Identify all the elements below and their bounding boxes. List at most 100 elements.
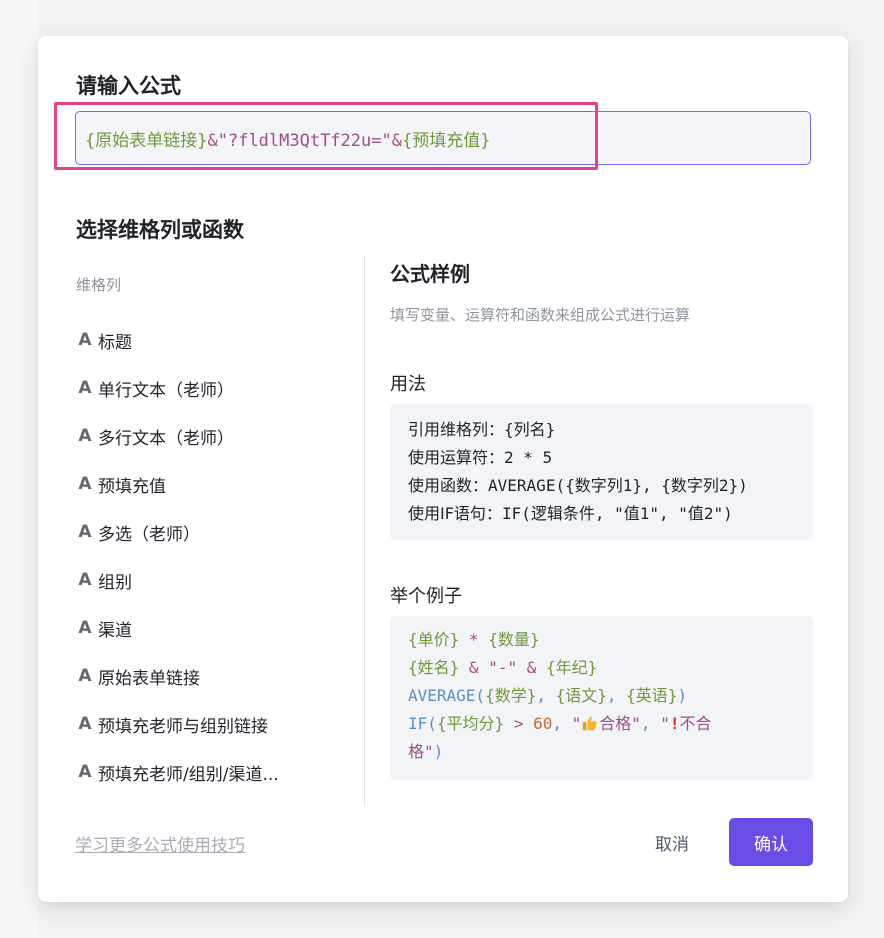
backdrop [0,0,38,938]
example-field: {数量} [488,630,540,649]
formula-field-token: {原始表单链接} [85,131,208,151]
example-string: " [571,714,582,733]
sample-description: 填写变量、运算符和函数来组成公式进行运算 [390,306,691,324]
formula-dialog: 请输入公式 {原始表单链接}&"?fldlM3QtTf22u="&{预填充值} … [38,36,848,902]
thumbs-up-icon [583,716,598,731]
example-operator: * [459,630,489,649]
column-item-label: 多选（老师） [98,524,200,545]
usage-label: 使用函数： [408,476,489,495]
column-item-label: 组别 [98,572,132,593]
example-field: {单价} [408,630,460,649]
example-line: AVERAGE({数学}, {语文}, {英语}) [408,682,795,710]
example-separator: , [640,714,661,733]
formula-field-token: {预填充值} [401,131,491,151]
example-string: "-" [488,658,518,677]
formula-operator-token: & [207,131,218,151]
column-item-label: 标题 [98,332,132,353]
sample-title: 公式样例 [390,262,470,286]
column-item-label: 渠道 [98,620,132,641]
column-item-label: 预填充老师与组别链接 [98,716,268,737]
usage-line: 使用函数：AVERAGE({数字列1}, {数字列2}) [408,472,795,500]
example-field: {英语} [626,686,678,705]
panel-divider [364,256,365,806]
formula-string-token: "?fldlM3QtTf22u=" [217,131,392,151]
example-string: 合格 [599,714,632,733]
select-section-title: 选择维格列或函数 [76,218,244,242]
usage-code: IF(逻辑条件, "值1", "值2") [501,504,733,523]
usage-label: 使用运算符： [408,448,505,467]
column-list-panel[interactable]: 维格列 A 标题 A 单行文本（老师） A 多行文本（老师） A 预填充值 A 多选（老师… [76,258,364,806]
column-list: A 标题 A 单行文本（老师） A 多行文本（老师） A 预填充值 A 多选（老师） A组… [76,316,364,796]
example-function: AVERAGE( [408,686,486,705]
usage-title: 用法 [390,374,426,395]
example-field: {语文} [555,686,607,705]
column-item[interactable]: A 预填充值 [76,460,364,508]
text-field-icon: A [78,762,92,782]
example-string: " [631,714,641,733]
text-field-icon: A [78,378,92,398]
example-operator: & [459,658,489,677]
column-item[interactable]: A 组别 [76,556,364,604]
column-item[interactable]: A 标题 [76,316,364,364]
usage-line: 引用维格列：{列名} [408,416,795,444]
usage-box: 引用维格列：{列名} 使用运算符：2 * 5 使用函数：AVERAGE({数字列… [390,404,813,540]
column-group-header: 维格列 [76,276,122,294]
column-item[interactable]: A 预填充老师与组别链接 [76,700,364,748]
example-line: 格") [408,738,795,766]
usage-label: 引用维格列： [408,420,505,439]
example-string: " [660,714,670,733]
example-separator: , [606,686,627,705]
formula-operator-token: & [391,131,402,151]
column-item[interactable]: A 原始表单链接 [76,652,364,700]
usage-line: 使用IF语句：IF(逻辑条件, "值1", "值2") [408,500,795,528]
column-item[interactable]: A 多行文本（老师） [76,412,364,460]
learn-more-link[interactable]: 学习更多公式使用技巧 [75,831,245,856]
example-line: {姓名} & "-" & {年纪} [408,654,795,682]
example-operator: > [504,714,534,733]
usage-code: AVERAGE({数字列1}, {数字列2}) [488,476,748,495]
cancel-button[interactable]: 取消 [640,818,704,866]
column-item[interactable]: A 渠道 [76,604,364,652]
text-field-icon: A [78,474,92,494]
example-line: IF({平均分} > 60, " 合格", "!不合 [408,710,795,738]
column-item-label: 预填充老师/组别/渠道... [98,764,279,785]
example-field: {姓名} [408,658,460,677]
example-string: 格" [408,742,434,761]
column-item-label: 多行文本（老师） [98,428,234,449]
example-box: {单价} * {数量} {姓名} & "-" & {年纪} AVERAGE({数… [390,616,813,780]
example-string: 不合 [679,714,712,733]
example-number: 60 [533,714,553,733]
example-line: {单价} * {数量} [408,626,795,654]
formula-text: {原始表单链接}&"?fldlM3QtTf22u="&{预填充值} [85,126,490,151]
formula-input[interactable]: {原始表单链接}&"?fldlM3QtTf22u="&{预填充值} [75,111,811,165]
text-field-icon: A [78,570,92,590]
example-separator: ) [677,686,688,705]
text-field-icon: A [78,426,92,446]
column-item[interactable]: A 预填充老师/组别/渠道... [76,748,364,796]
column-item-label: 预填充值 [98,476,166,497]
example-separator: , [552,714,572,733]
example-title: 举个例子 [390,586,462,607]
usage-line: 使用运算符：2 * 5 [408,444,795,472]
example-field: {平均分} [436,714,505,733]
example-field: {年纪} [546,658,598,677]
usage-label: 使用IF语句： [408,504,502,523]
column-item[interactable]: A 单行文本（老师） [76,364,364,412]
usage-code: {列名} [504,420,556,439]
text-field-icon: A [78,714,92,734]
example-separator: ) [433,742,444,761]
confirm-button[interactable]: 确认 [729,818,813,866]
example-function: IF( [408,714,437,733]
column-item-label: 原始表单链接 [98,668,200,689]
column-item-label: 单行文本（老师） [98,380,234,401]
text-field-icon: A [78,666,92,686]
dialog-title: 请输入公式 [76,74,181,98]
usage-code: 2 * 5 [504,448,553,467]
example-operator: & [517,658,546,677]
text-field-icon: A [78,618,92,638]
text-field-icon: A [78,330,92,350]
example-separator: , [536,686,556,705]
column-item[interactable]: A 多选（老师） [76,508,364,556]
text-field-icon: A [78,522,92,542]
example-field: {数学} [485,686,537,705]
